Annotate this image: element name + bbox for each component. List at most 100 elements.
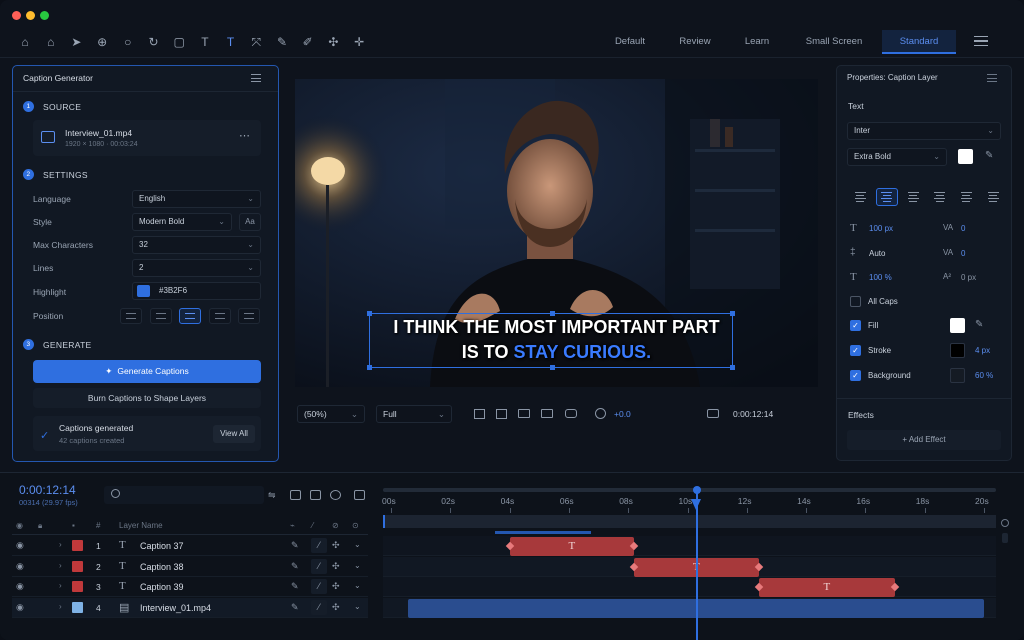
- display-icon[interactable]: [541, 409, 553, 418]
- scale-value[interactable]: 100 %: [869, 273, 892, 282]
- quality-switch-icon[interactable]: ⁄: [311, 558, 327, 574]
- kerning-value[interactable]: 0: [961, 249, 965, 258]
- style-preview-button[interactable]: Aa: [239, 213, 261, 231]
- safe-area-icon[interactable]: [496, 409, 507, 419]
- blend-mode-chevron-icon[interactable]: ⌄: [354, 581, 361, 590]
- style-select[interactable]: Modern Bold ⌄: [132, 213, 232, 231]
- label-color-swatch[interactable]: [72, 601, 83, 613]
- panel-menu-icon[interactable]: [251, 74, 261, 82]
- snapshot-camera-icon[interactable]: [707, 409, 719, 418]
- pin-icon[interactable]: ⤧: [248, 34, 264, 50]
- shy-icon[interactable]: ⇋: [268, 490, 276, 501]
- visibility-eye-icon[interactable]: ◉: [16, 581, 24, 592]
- zoom-tool-icon[interactable]: ⊕: [94, 34, 110, 50]
- graph-editor-icon[interactable]: [330, 490, 341, 500]
- workspace-default[interactable]: Default: [604, 30, 656, 54]
- expand-chevron-icon[interactable]: ›: [59, 581, 62, 590]
- max-characters-select[interactable]: 32 ⌄: [132, 236, 261, 254]
- stamp-icon[interactable]: ✣: [325, 34, 341, 50]
- layer-name[interactable]: Interview_01.mp4: [140, 603, 211, 613]
- font-size-value[interactable]: 100 px: [869, 224, 893, 233]
- close-window-button[interactable]: [12, 11, 21, 20]
- timeline-timecode[interactable]: 0:00:12:14: [19, 483, 76, 497]
- fill-eyedropper-icon[interactable]: ✎: [975, 319, 983, 330]
- rectangle-icon[interactable]: ▢: [171, 34, 187, 50]
- source-file-card[interactable]: Interview_01.mp4 1920 × 1080 · 00:03:24 …: [33, 120, 261, 156]
- panel-menu-icon[interactable]: [987, 74, 997, 82]
- more-options-icon[interactable]: ⋯: [239, 129, 250, 142]
- blend-mode-chevron-icon[interactable]: ⌄: [354, 561, 361, 570]
- playhead-knob[interactable]: [692, 486, 701, 494]
- zoom-out-icon[interactable]: [1001, 519, 1009, 527]
- expand-chevron-icon[interactable]: ›: [59, 540, 62, 549]
- visibility-eye-icon[interactable]: ◉: [16, 602, 24, 613]
- align-left-icon[interactable]: [849, 188, 871, 206]
- workspace-learn[interactable]: Learn: [734, 30, 780, 54]
- vertical-scrollbar[interactable]: [1002, 533, 1008, 543]
- stroke-color-swatch[interactable]: [950, 343, 965, 358]
- menu-icon[interactable]: [974, 36, 988, 46]
- workspace-small-screen[interactable]: Small Screen: [796, 30, 872, 54]
- blend-mode-chevron-icon[interactable]: ⌄: [354, 602, 361, 611]
- transparency-icon[interactable]: [565, 409, 577, 418]
- font-weight-select[interactable]: Extra Bold ⌄: [847, 148, 947, 166]
- motion-blur-icon[interactable]: [310, 490, 321, 500]
- minimize-window-button[interactable]: [26, 11, 35, 20]
- exposure-icon[interactable]: [595, 408, 606, 419]
- effect-switch-icon[interactable]: ✣: [332, 602, 340, 613]
- vertical-type-icon[interactable]: T: [223, 34, 239, 50]
- selection-icon[interactable]: ➤: [68, 34, 84, 50]
- caption-clip-bar[interactable]: T: [509, 537, 635, 556]
- align-right-icon[interactable]: [902, 188, 924, 206]
- position-bottom-button[interactable]: [238, 308, 260, 324]
- zoom-window-button[interactable]: [40, 11, 49, 20]
- label-color-swatch[interactable]: [72, 560, 83, 572]
- quality-switch-icon[interactable]: ⁄: [311, 579, 327, 594]
- burn-captions-button[interactable]: Burn Captions to Shape Layers: [33, 388, 261, 408]
- effect-switch-icon[interactable]: ✣: [332, 540, 340, 551]
- fill-checkbox[interactable]: ✓: [850, 320, 861, 331]
- frame-blend-icon[interactable]: [290, 490, 301, 500]
- expand-chevron-icon[interactable]: ›: [59, 561, 62, 570]
- position-center-button[interactable]: [179, 308, 201, 324]
- generate-captions-button[interactable]: ✦ Generate Captions: [33, 360, 261, 383]
- layer-name-column-header[interactable]: Layer Name: [119, 521, 163, 530]
- tracking-value[interactable]: 0: [961, 224, 965, 233]
- visibility-eye-icon[interactable]: ◉: [16, 561, 24, 572]
- visibility-eye-icon[interactable]: ◉: [16, 540, 24, 551]
- shy-switch-icon[interactable]: ✎: [291, 561, 299, 572]
- add-effect-button[interactable]: + Add Effect: [847, 430, 1001, 450]
- layer-search-input[interactable]: [104, 486, 264, 504]
- pen-icon[interactable]: ✎: [274, 34, 290, 50]
- fill-color-swatch[interactable]: [950, 318, 965, 333]
- resize-handle[interactable]: [550, 365, 555, 370]
- layer-row[interactable]: ◉ › 4 ▤ Interview_01.mp4 ✎ ⁄ ✣ ⌄: [12, 597, 368, 618]
- workspace-review[interactable]: Review: [670, 30, 720, 54]
- text-color-swatch[interactable]: [958, 149, 973, 164]
- background-opacity-value[interactable]: 60 %: [975, 371, 993, 380]
- type-icon[interactable]: T: [197, 34, 213, 50]
- work-area-start-marker[interactable]: [383, 515, 385, 528]
- lines-select[interactable]: 2 ⌄: [132, 259, 261, 277]
- caption-clip-bar[interactable]: T: [758, 578, 896, 597]
- font-family-select[interactable]: Inter ⌄: [847, 122, 1001, 140]
- layer-row[interactable]: ◉ › 2 T Caption 38 ✎ ⁄ ✣ ⌄: [12, 557, 368, 577]
- effect-switch-icon[interactable]: ✣: [332, 581, 340, 592]
- label-color-swatch[interactable]: [72, 540, 83, 551]
- home-icon[interactable]: ⌂: [17, 34, 33, 50]
- shy-switch-icon[interactable]: ✎: [291, 602, 299, 613]
- background-checkbox[interactable]: ✓: [850, 370, 861, 381]
- view-all-button[interactable]: View All: [213, 425, 255, 443]
- layer-name[interactable]: Caption 39: [140, 582, 184, 592]
- stroke-checkbox[interactable]: ✓: [850, 345, 861, 356]
- quality-switch-icon[interactable]: ⁄: [311, 599, 327, 615]
- work-area-bar[interactable]: [383, 488, 996, 492]
- exposure-value[interactable]: +0.0: [614, 409, 631, 419]
- highlight-swatch[interactable]: [137, 285, 150, 297]
- layer-name[interactable]: Caption 37: [140, 541, 184, 551]
- position-lower-button[interactable]: [209, 308, 231, 324]
- resize-handle[interactable]: [367, 365, 372, 370]
- rotate-icon[interactable]: ↻: [146, 34, 162, 50]
- label-color-swatch[interactable]: [72, 581, 83, 592]
- composition-viewer[interactable]: I THINK THE MOST IMPORTANT PART IS TO ST…: [295, 79, 818, 387]
